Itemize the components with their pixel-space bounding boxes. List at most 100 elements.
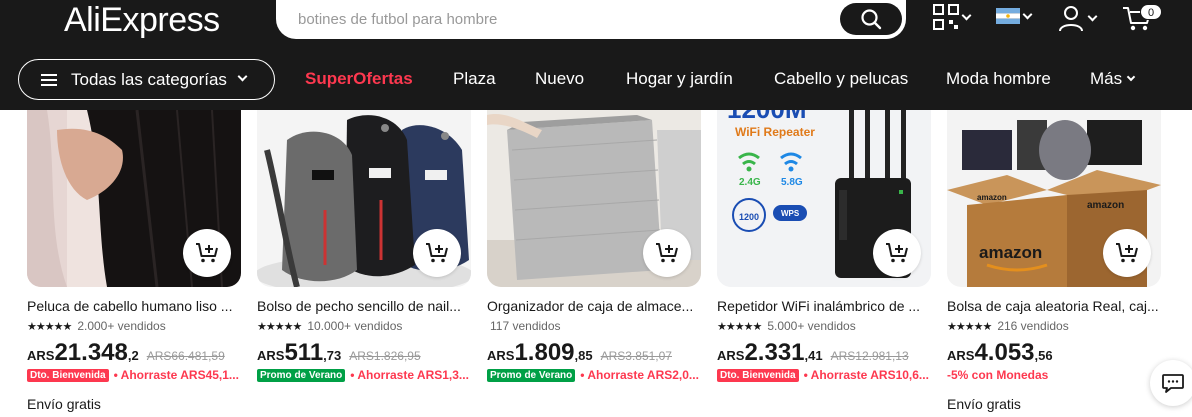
promo-row: Dto. Bienvenida • Ahorraste ARS45,1... — [27, 368, 241, 382]
nav-item-superofertas[interactable]: SuperOfertas — [305, 69, 413, 89]
qr-code-button[interactable] — [933, 4, 972, 30]
image-text: WPS — [781, 209, 800, 218]
chevron-down-icon — [1126, 72, 1136, 82]
add-to-cart-button[interactable] — [413, 229, 461, 277]
currency: ARS — [947, 348, 975, 363]
promo-tag: Dto. Bienvenida — [27, 368, 109, 382]
all-categories-label: Todas las categorías — [71, 69, 227, 89]
nav-item-nuevo[interactable]: Nuevo — [535, 69, 584, 89]
chevron-down-icon — [1087, 11, 1098, 21]
chevron-down-icon — [1022, 9, 1033, 19]
rating-row: ★★★★★ 216 vendidos — [947, 319, 1069, 333]
image-text: amazon — [979, 243, 1042, 262]
cart-button[interactable]: 0 — [1122, 4, 1162, 34]
price: ARS 2.331 ,41 ARS12.981,13 — [717, 339, 909, 367]
product-card[interactable]: Bolso de pecho sencillo de nail... ★★★★★… — [257, 110, 471, 382]
nav-item-cabello-y-pelucas[interactable]: Cabello y pelucas — [774, 69, 908, 89]
price-integer: 511 — [284, 339, 324, 366]
header: AliExpress botines de futbol para hombre… — [0, 0, 1192, 110]
image-text: WiFi Repeater — [735, 125, 815, 139]
nav-item-mas[interactable]: Más — [1090, 69, 1136, 89]
price-integer: 21.348 — [54, 339, 128, 366]
star-rating: ★★★★★ — [27, 320, 72, 333]
add-to-cart-icon — [196, 243, 218, 263]
nav-item-mas-label: Más — [1090, 69, 1123, 88]
original-price: ARS3.851,07 — [600, 349, 672, 363]
savings-text: • Ahorraste ARS10,6... — [803, 368, 929, 382]
add-to-cart-button[interactable] — [873, 229, 921, 277]
product-image[interactable] — [257, 110, 471, 287]
sold-count: 5.000+ vendidos — [767, 319, 856, 333]
product-card[interactable]: amazon amazon amazon Bolsa de caja aleat… — [947, 110, 1161, 412]
cart-count-badge: 0 — [1140, 4, 1162, 20]
promo-row: Dto. Bienvenida • Ahorraste ARS10,6... — [717, 368, 931, 382]
currency: ARS — [717, 348, 745, 363]
qr-code-icon — [933, 4, 959, 30]
product-title[interactable]: Bolsa de caja aleatoria Real, caj... — [947, 298, 1161, 314]
price-integer: 1.809 — [514, 339, 575, 366]
promo-tag: Promo de Verano — [257, 368, 346, 382]
product-card[interactable]: Organizador de caja de almace... 117 ven… — [487, 110, 701, 382]
user-icon — [1059, 6, 1083, 32]
menu-icon — [41, 73, 57, 86]
shipping-text: Envío gratis — [947, 396, 1021, 412]
chat-icon — [1162, 374, 1184, 393]
rating-row: 117 vendidos — [490, 319, 561, 333]
product-title[interactable]: Repetidor WiFi inalámbrico de ... — [717, 298, 931, 314]
aliexpress-logo[interactable]: AliExpress — [64, 0, 220, 40]
all-categories-button[interactable]: Todas las categorías — [18, 59, 275, 100]
image-text: 2.4G — [739, 177, 761, 188]
currency: ARS — [27, 348, 55, 363]
product-image[interactable]: amazon amazon amazon — [947, 110, 1161, 287]
price-decimal: ,56 — [1034, 348, 1053, 363]
sold-count: 10.000+ vendidos — [307, 319, 403, 333]
add-to-cart-button[interactable] — [183, 229, 231, 277]
price: ARS 511 ,73 ARS1.826,95 — [257, 339, 421, 367]
promo-row: Promo de Verano • Ahorraste ARS2,0... — [487, 368, 701, 382]
price-integer: 2.331 — [744, 339, 805, 366]
original-price: ARS1.826,95 — [349, 349, 421, 363]
product-image[interactable] — [27, 110, 241, 287]
nav-item-hogar-y-jardin[interactable]: Hogar y jardín — [626, 69, 733, 89]
add-to-cart-button[interactable] — [643, 229, 691, 277]
rating-row: ★★★★★ 5.000+ vendidos — [717, 319, 856, 333]
coins-discount-text: -5% con Monedas — [947, 368, 1049, 382]
search-icon — [861, 9, 882, 30]
sold-count: 2.000+ vendidos — [77, 319, 166, 333]
promo-row: Promo de Verano • Ahorraste ARS1,3... — [257, 368, 471, 382]
price: ARS 1.809 ,85 ARS3.851,07 — [487, 339, 672, 367]
original-price: ARS66.481,59 — [146, 349, 225, 363]
add-to-cart-button[interactable] — [1103, 229, 1151, 277]
product-title[interactable]: Bolso de pecho sencillo de nail... — [257, 298, 471, 314]
chevron-down-icon — [961, 10, 972, 20]
price: ARS 4.053 ,56 — [947, 339, 1053, 367]
region-selector[interactable] — [996, 8, 1033, 24]
nav-item-plaza[interactable]: Plaza — [453, 69, 496, 89]
price-decimal: ,73 — [323, 348, 342, 363]
price-decimal: ,2 — [127, 348, 139, 363]
currency: ARS — [257, 348, 285, 363]
search-input[interactable] — [298, 8, 838, 30]
product-image[interactable]: 1200M WiFi Repeater 2.4G 5.8G 1200 WPS — [717, 110, 931, 287]
chat-button[interactable] — [1150, 360, 1192, 406]
product-card[interactable]: Peluca de cabello humano liso ... ★★★★★ … — [27, 110, 241, 412]
star-rating: ★★★★★ — [947, 320, 992, 333]
savings-text: • Ahorraste ARS1,3... — [350, 368, 469, 382]
search-button[interactable] — [840, 3, 902, 35]
product-image[interactable] — [487, 110, 701, 287]
add-to-cart-icon — [1116, 243, 1138, 263]
price-decimal: ,41 — [804, 348, 823, 363]
product-title[interactable]: Peluca de cabello humano liso ... — [27, 298, 241, 314]
sold-count: 216 vendidos — [997, 319, 1069, 333]
flag-argentina-icon — [996, 8, 1020, 24]
price: ARS 21.348 ,2 ARS66.481,59 — [27, 339, 225, 367]
nav-item-moda-hombre[interactable]: Moda hombre — [946, 69, 1051, 89]
account-button[interactable] — [1057, 4, 1098, 32]
product-title[interactable]: Organizador de caja de almace... — [487, 298, 701, 314]
star-rating: ★★★★★ — [717, 320, 762, 333]
product-card[interactable]: 1200M WiFi Repeater 2.4G 5.8G 1200 WPS — [717, 110, 931, 382]
star-rating: ★★★★★ — [257, 320, 302, 333]
shipping-text: Envío gratis — [27, 396, 101, 412]
promo-tag: Promo de Verano — [487, 368, 576, 382]
original-price: ARS12.981,13 — [830, 349, 909, 363]
